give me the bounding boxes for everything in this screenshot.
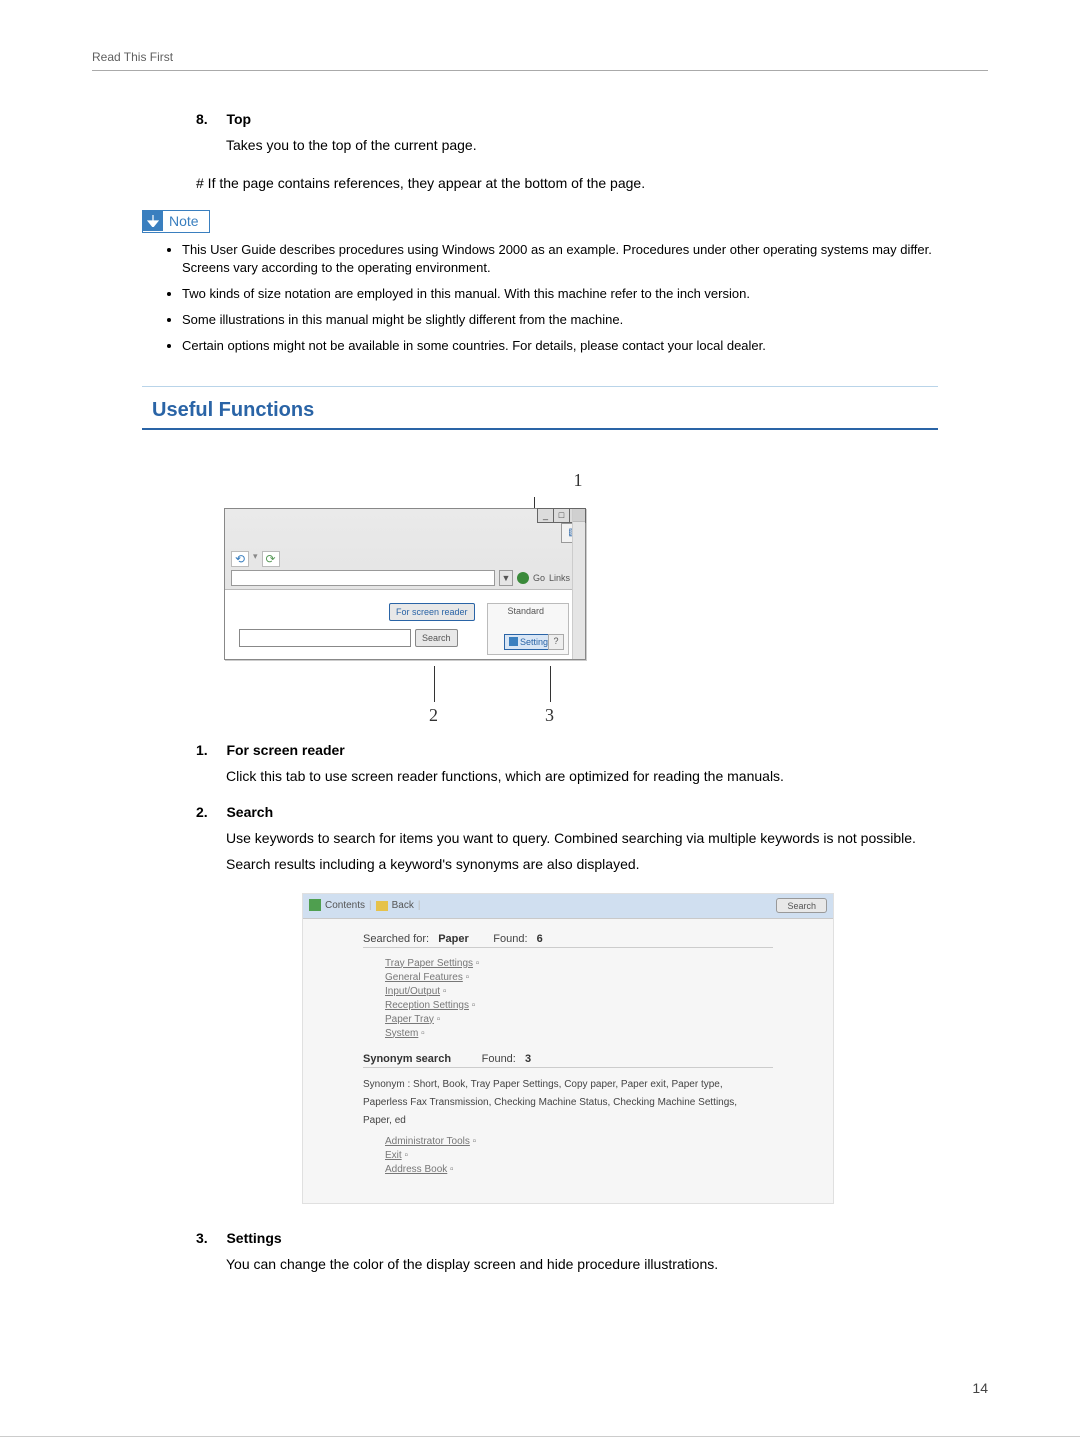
results-list-2: Administrator Tools ▫ Exit ▫ Address Boo… xyxy=(385,1136,773,1175)
note-item: This User Guide describes procedures usi… xyxy=(182,241,938,279)
synonym-text-3: Paper, ed xyxy=(363,1114,773,1128)
search-input[interactable] xyxy=(239,629,411,647)
page-number: 14 xyxy=(972,1380,988,1396)
go-icon[interactable] xyxy=(517,572,529,584)
result-link[interactable]: Input/Output ▫ xyxy=(385,986,773,997)
maximize-icon[interactable]: □ xyxy=(553,508,570,523)
links-label[interactable]: Links xyxy=(549,573,570,583)
minimize-icon[interactable]: _ xyxy=(537,508,554,523)
browser-window: _ □ × ▧ ⟲ ▾ ⟳ ▼ Go Links xyxy=(224,508,586,660)
nav-forward-icon[interactable]: ⟳ xyxy=(262,551,280,567)
figure-useful-functions: _ □ × ▧ ⟲ ▾ ⟳ ▼ Go Links xyxy=(224,497,586,702)
searched-for-line: Searched for: Paper Found: 6 xyxy=(363,933,773,945)
contents-icon[interactable] xyxy=(309,901,321,911)
callout-2: 2 xyxy=(429,705,438,726)
synonym-line: Synonym search Found: 3 xyxy=(363,1053,773,1065)
item2-body-1: Use keywords to search for items you wan… xyxy=(226,828,938,848)
standard-label: Standard xyxy=(507,606,544,616)
note-item: Two kinds of size notation are employed … xyxy=(182,285,938,304)
synonym-text-1: Synonym : Short, Book, Tray Paper Settin… xyxy=(363,1078,773,1092)
running-head: Read This First xyxy=(92,50,988,71)
results-list-1: Tray Paper Settings ▫ General Features ▫… xyxy=(385,958,773,1039)
callout-1: 1 xyxy=(568,470,588,491)
result-link[interactable]: System ▫ xyxy=(385,1028,773,1039)
item1-title: For screen reader xyxy=(226,742,344,758)
callout-3: 3 xyxy=(545,705,554,726)
item3-number: 3. xyxy=(196,1230,222,1246)
note-label: Note xyxy=(169,213,199,229)
item2-title: Search xyxy=(226,804,273,820)
result-link[interactable]: Administrator Tools ▫ xyxy=(385,1136,773,1147)
note-item: Certain options might not be available i… xyxy=(182,337,938,356)
item2-body-2: Search results including a keyword's syn… xyxy=(226,854,938,874)
synonym-text-2: Paperless Fax Transmission, Checking Mac… xyxy=(363,1096,773,1110)
search-button[interactable]: Search xyxy=(415,629,458,647)
address-input[interactable] xyxy=(231,570,495,586)
back-icon[interactable] xyxy=(376,901,388,911)
item3-body: You can change the color of the display … xyxy=(226,1254,938,1274)
item2-number: 2. xyxy=(196,804,222,820)
reference-note: # If the page contains references, they … xyxy=(196,173,938,193)
item3-title: Settings xyxy=(226,1230,281,1246)
item8-title: Top xyxy=(226,111,251,127)
address-dropdown-icon[interactable]: ▼ xyxy=(499,570,513,586)
item8-body: Takes you to the top of the current page… xyxy=(226,135,938,155)
item1-body: Click this tab to use screen reader func… xyxy=(226,766,938,786)
standard-panel: Standard Settings ? xyxy=(487,603,569,655)
result-link[interactable]: Reception Settings ▫ xyxy=(385,1000,773,1011)
down-arrow-icon xyxy=(143,211,163,231)
result-link[interactable]: General Features ▫ xyxy=(385,972,773,983)
section-title: Useful Functions xyxy=(142,399,938,430)
toolbar-contents-label[interactable]: Contents xyxy=(325,900,365,911)
item1-number: 1. xyxy=(196,742,222,758)
help-icon[interactable]: ? xyxy=(548,634,564,650)
address-bar[interactable]: ▼ Go Links » xyxy=(231,569,579,587)
nav-back-icon[interactable]: ⟲ xyxy=(231,551,249,567)
item8-number: 8. xyxy=(196,111,222,127)
result-link[interactable]: Address Book ▫ xyxy=(385,1164,773,1175)
go-label: Go xyxy=(533,573,545,583)
results-toolbar: Contents | Back | Search xyxy=(303,894,833,919)
result-link[interactable]: Exit ▫ xyxy=(385,1150,773,1161)
note-item: Some illustrations in this manual might … xyxy=(182,311,938,330)
results-search-button[interactable]: Search xyxy=(776,898,827,913)
for-screen-reader-tab[interactable]: For screen reader xyxy=(389,603,475,621)
note-badge: Note xyxy=(142,210,210,233)
figure-search-results: Contents | Back | Search Searched for: P… xyxy=(302,893,834,1204)
note-list: This User Guide describes procedures usi… xyxy=(142,241,938,356)
result-link[interactable]: Tray Paper Settings ▫ xyxy=(385,958,773,969)
result-link[interactable]: Paper Tray ▫ xyxy=(385,1014,773,1025)
scrollbar[interactable] xyxy=(572,509,585,659)
toolbar-back-label[interactable]: Back xyxy=(392,900,414,911)
